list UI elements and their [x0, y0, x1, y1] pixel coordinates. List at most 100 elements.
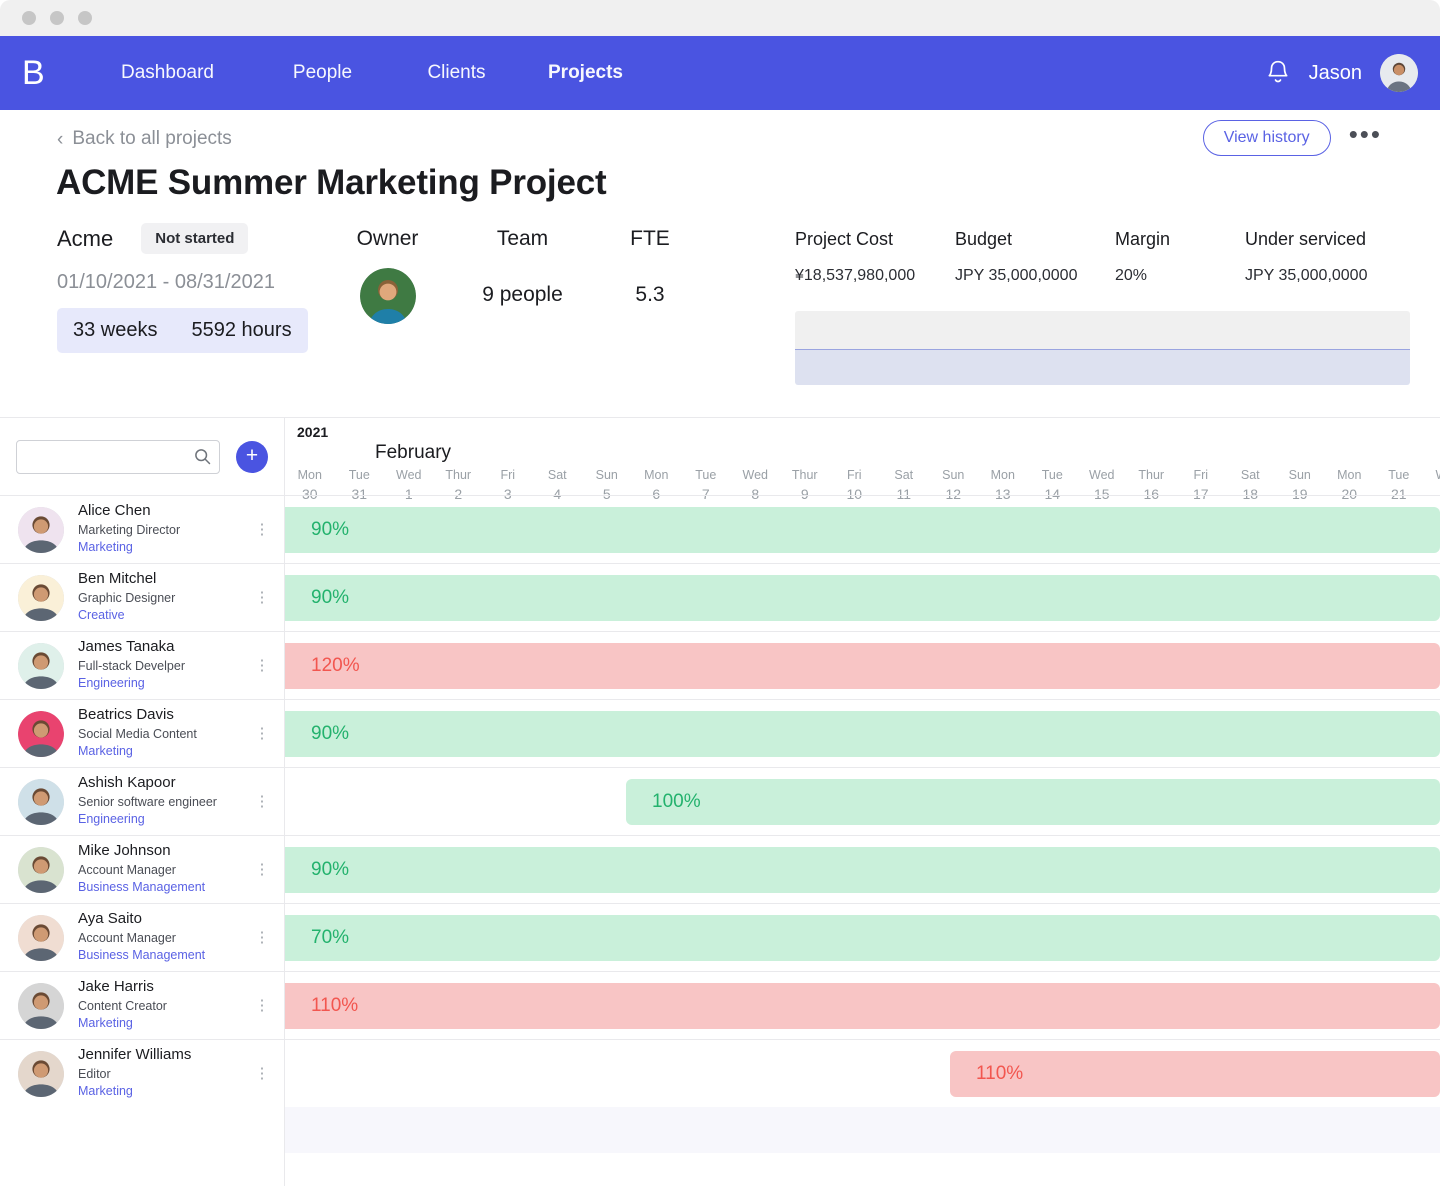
day-name: Sat: [894, 468, 914, 482]
allocation-bar[interactable]: 90%: [285, 506, 1440, 553]
person-row[interactable]: James Tanaka Full-stack Develper Engineeri…: [0, 631, 284, 699]
page-title: ACME Summer Marketing Project: [56, 163, 607, 202]
allocation-tracks: 90% 90% 120% 90% 100% 90% 70% 110% 110%: [285, 495, 1440, 1107]
allocation-bar[interactable]: 120%: [285, 642, 1440, 689]
allocation-track: 120%: [285, 631, 1440, 699]
person-department[interactable]: Marketing: [78, 539, 252, 557]
owner-avatar[interactable]: [359, 268, 416, 324]
person-avatar: [18, 778, 64, 825]
row-menu-icon[interactable]: ⋮: [252, 794, 272, 809]
person-row[interactable]: Jennifer Williams Editor Marketing ⋮: [0, 1039, 284, 1107]
nav-right-group: Jason: [1265, 54, 1440, 92]
nav-item-projects[interactable]: Projects: [523, 36, 648, 115]
row-menu-icon[interactable]: ⋮: [252, 862, 272, 877]
row-menu-icon[interactable]: ⋮: [252, 998, 272, 1013]
sidebar-toolbar: +: [0, 418, 284, 495]
allocation-bar[interactable]: 90%: [285, 710, 1440, 757]
day-name: Mon: [644, 468, 669, 482]
calendar-year: 2021: [297, 424, 329, 440]
allocation-track: 70%: [285, 903, 1440, 971]
person-row[interactable]: Mike Johnson Account Manager Business Mana…: [0, 835, 284, 903]
calendar-month: February: [375, 442, 452, 463]
bell-icon[interactable]: [1265, 59, 1291, 87]
day-name: Tue: [1388, 468, 1410, 482]
allocation-bar[interactable]: 90%: [285, 574, 1440, 621]
user-name-label[interactable]: Jason: [1309, 62, 1362, 85]
person-department[interactable]: Business Management: [78, 879, 252, 897]
person-row[interactable]: Alice Chen Marketing Director Marketing ⋮: [0, 495, 284, 563]
row-menu-icon[interactable]: ⋮: [252, 726, 272, 741]
person-name: Aya Saito: [78, 910, 142, 928]
stat-value: JPY 35,000,0000: [955, 267, 1078, 284]
person-avatar: [18, 1050, 64, 1097]
day-name: Sat: [1240, 468, 1260, 482]
calendar-header: 2021 February Mon 30 Tue 31 Wed 1 Thur 2 Fri 3 Sat…: [285, 418, 1440, 502]
status-badge: Not started: [141, 223, 249, 254]
person-avatar: [18, 506, 64, 553]
person-row[interactable]: Ben Mitchel Graphic Designer Creative ⋮: [0, 563, 284, 631]
allocation-bar[interactable]: 100%: [626, 778, 1440, 825]
nav-item-clients[interactable]: Clients: [390, 36, 523, 110]
stat-label: Project Cost: [795, 229, 894, 249]
day-name: Mon: [297, 468, 322, 482]
row-menu-icon[interactable]: ⋮: [252, 1066, 272, 1081]
person-role: Full-stack Develper: [78, 659, 185, 674]
project-owner-team-fte: Owner Team 9 people FTE 5.3: [320, 223, 710, 385]
person-department[interactable]: Engineering: [78, 675, 252, 693]
timeline-footer-strip: [285, 1107, 1440, 1153]
person-info: Ashish Kapoor Senior software engineer Eng…: [78, 774, 252, 828]
view-history-button[interactable]: View history: [1202, 120, 1331, 156]
owner-label: Owner: [356, 227, 419, 250]
person-row[interactable]: Jake Harris Content Creator Marketing ⋮: [0, 971, 284, 1039]
person-department[interactable]: Marketing: [78, 743, 252, 761]
person-row[interactable]: Beatrics Davis Social Media Content Market…: [0, 699, 284, 767]
person-row[interactable]: Aya Saito Account Manager Business Managem…: [0, 903, 284, 971]
person-avatar: [18, 642, 64, 689]
search-input[interactable]: [16, 439, 220, 474]
timeline-grid: 2021 February Mon 30 Tue 31 Wed 1 Thur 2 Fri 3 Sat…: [285, 418, 1440, 1186]
window-titlebar: [0, 0, 1440, 36]
day-name: Thur: [791, 468, 818, 482]
row-menu-icon[interactable]: ⋮: [252, 658, 272, 673]
day-name: Sun: [942, 468, 965, 482]
schedule-section: + Alice Chen Marketing Director Marketing ⋮…: [0, 418, 1440, 1186]
person-avatar: [18, 846, 64, 893]
add-person-button[interactable]: +: [236, 440, 268, 473]
row-menu-icon[interactable]: ⋮: [252, 522, 272, 537]
person-role: Account Manager: [78, 863, 176, 878]
people-list: Alice Chen Marketing Director Marketing ⋮ Be…: [0, 495, 284, 1107]
person-department[interactable]: Business Management: [78, 947, 252, 965]
person-name: Mike Johnson: [78, 842, 171, 860]
more-options-icon[interactable]: •••: [1349, 121, 1382, 149]
window-maximize-dot[interactable]: [78, 11, 92, 25]
fte-value: 5.3: [635, 283, 665, 306]
person-department[interactable]: Marketing: [78, 1015, 252, 1033]
person-info: Jake Harris Content Creator Marketing: [78, 978, 252, 1032]
avatar[interactable]: [1380, 54, 1418, 92]
window-close-dot[interactable]: [22, 11, 36, 25]
person-name: Ashish Kapoor: [78, 774, 176, 792]
person-name: Beatrics Davis: [78, 706, 174, 724]
top-navigation-bar: B Dashboard People Clients Projects Jaso…: [0, 36, 1440, 115]
row-menu-icon[interactable]: ⋮: [252, 590, 272, 605]
allocation-track: 90%: [285, 563, 1440, 631]
nav-item-dashboard[interactable]: Dashboard: [80, 36, 255, 110]
stat-value: 20%: [1115, 267, 1148, 284]
allocation-bar[interactable]: 90%: [285, 846, 1440, 893]
person-role: Account Manager: [78, 931, 176, 946]
allocation-bar[interactable]: 70%: [285, 914, 1440, 961]
window-minimize-dot[interactable]: [50, 11, 64, 25]
stat-labels-row: Project Cost ¥18,537,980,000 Budget JPY …: [795, 229, 1410, 285]
person-department[interactable]: Engineering: [78, 811, 252, 829]
allocation-bar[interactable]: 110%: [950, 1050, 1440, 1097]
nav-item-people[interactable]: People: [255, 36, 390, 110]
row-menu-icon[interactable]: ⋮: [252, 930, 272, 945]
app-logo[interactable]: B: [22, 54, 80, 93]
person-info: Jennifer Williams Editor Marketing: [78, 1046, 252, 1100]
person-row[interactable]: Ashish Kapoor Senior software engineer Eng…: [0, 767, 284, 835]
day-name: Wed: [396, 468, 422, 482]
stat-project-cost: Project Cost ¥18,537,980,000: [795, 229, 955, 285]
allocation-bar[interactable]: 110%: [285, 982, 1440, 1029]
person-department[interactable]: Marketing: [78, 1083, 252, 1101]
person-department[interactable]: Creative: [78, 607, 252, 625]
